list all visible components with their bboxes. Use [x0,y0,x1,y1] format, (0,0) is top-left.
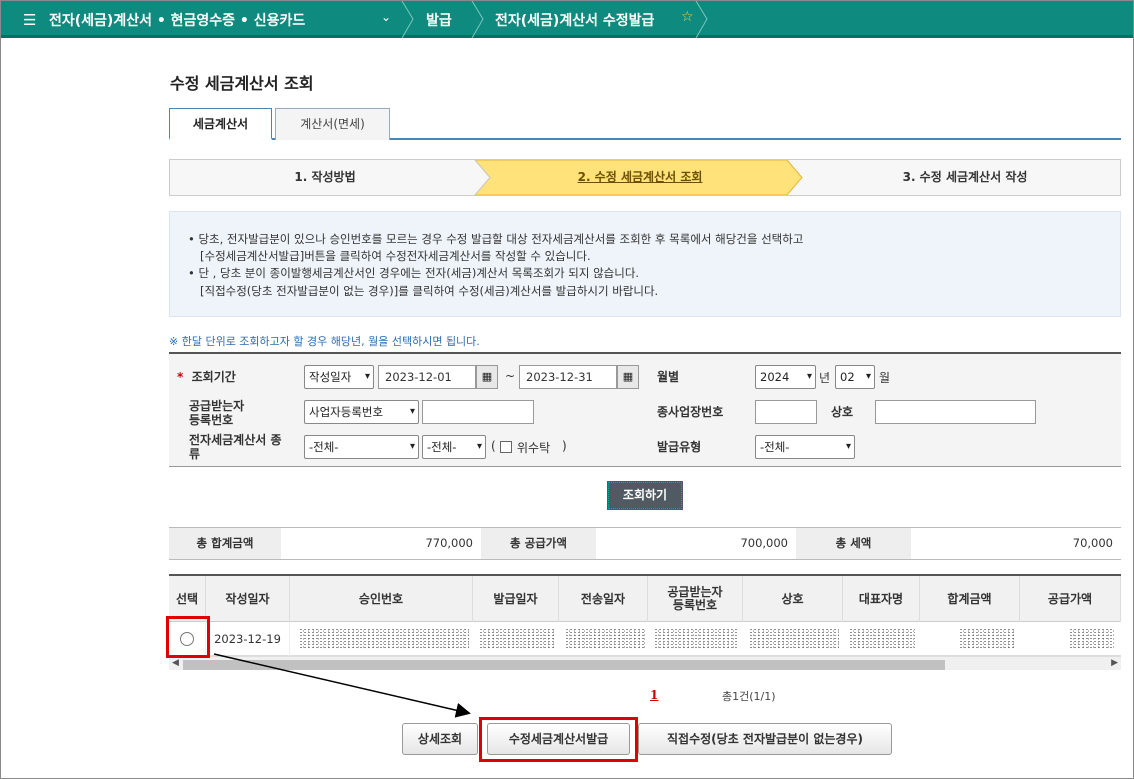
detail-view-button[interactable]: 상세조회 [402,723,478,755]
pager-total: 총1건(1/1) [722,690,776,703]
tab-tax-invoice[interactable]: 세금계산서 [169,108,272,140]
pager-current-page[interactable]: 1 [650,688,658,702]
highlight-issue-button [479,717,638,762]
direct-modify-button[interactable]: 직접수정(당초 전자발급분이 없는경우) [638,723,892,755]
